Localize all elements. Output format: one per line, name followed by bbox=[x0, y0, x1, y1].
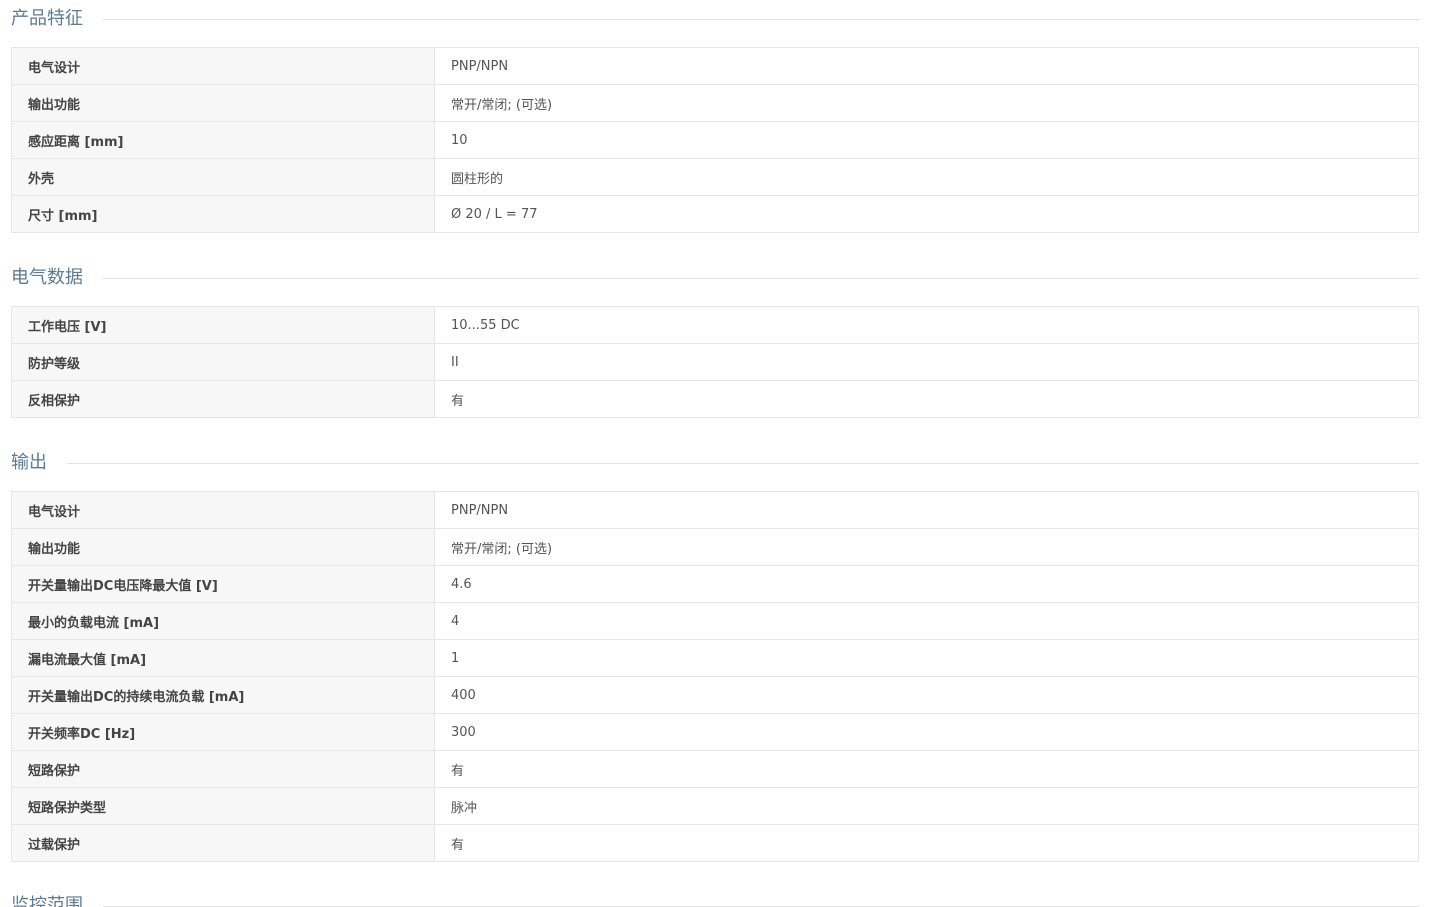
section-header: 输出 bbox=[11, 450, 1419, 476]
row-label: 输出功能 bbox=[11, 84, 435, 122]
table-row: 开关量输出DC的持续电流负载 [mA] 400 bbox=[11, 676, 1419, 714]
row-label: 短路保护类型 bbox=[11, 787, 435, 825]
row-label: 漏电流最大值 [mA] bbox=[11, 639, 435, 677]
row-label: 开关频率DC [Hz] bbox=[11, 713, 435, 751]
row-value: 10...55 DC bbox=[434, 306, 1419, 344]
row-label: 短路保护 bbox=[11, 750, 435, 788]
row-label: 尺寸 [mm] bbox=[11, 195, 435, 233]
row-label: 电气设计 bbox=[11, 47, 435, 85]
row-value: 常开/常闭; (可选) bbox=[434, 528, 1419, 566]
table-row: 反相保护 有 bbox=[11, 380, 1419, 418]
row-label: 工作电压 [V] bbox=[11, 306, 435, 344]
table-row: 工作电压 [V] 10...55 DC bbox=[11, 306, 1419, 344]
table-row: 开关量输出DC电压降最大值 [V] 4.6 bbox=[11, 565, 1419, 603]
row-value: 常开/常闭; (可选) bbox=[434, 84, 1419, 122]
section-header: 电气数据 bbox=[11, 265, 1419, 291]
row-value: 400 bbox=[434, 676, 1419, 714]
row-value: 10 bbox=[434, 121, 1419, 159]
section-electrical-data: 电气数据 工作电压 [V] 10...55 DC 防护等级 II 反相保护 有 bbox=[11, 265, 1419, 418]
row-value: 300 bbox=[434, 713, 1419, 751]
table-row: 输出功能 常开/常闭; (可选) bbox=[11, 84, 1419, 122]
section-divider bbox=[103, 905, 1419, 907]
row-value: 有 bbox=[434, 750, 1419, 788]
table-row: 漏电流最大值 [mA] 1 bbox=[11, 639, 1419, 677]
spec-table: 工作电压 [V] 10...55 DC 防护等级 II 反相保护 有 bbox=[11, 306, 1419, 418]
section-product-features: 产品特征 电气设计 PNP/NPN 输出功能 常开/常闭; (可选) 感应距离 … bbox=[11, 6, 1419, 233]
section-title: 监控范围 bbox=[11, 895, 83, 907]
row-label: 电气设计 bbox=[11, 491, 435, 529]
section-header: 监控范围 bbox=[11, 893, 1419, 907]
row-value: 4.6 bbox=[434, 565, 1419, 603]
spec-table: 电气设计 PNP/NPN 输出功能 常开/常闭; (可选) 感应距离 [mm] … bbox=[11, 47, 1419, 233]
row-label: 开关量输出DC电压降最大值 [V] bbox=[11, 565, 435, 603]
row-label: 外壳 bbox=[11, 158, 435, 196]
row-label: 感应距离 [mm] bbox=[11, 121, 435, 159]
section-title: 产品特征 bbox=[11, 8, 83, 29]
row-value: 脉冲 bbox=[434, 787, 1419, 825]
table-row: 感应距离 [mm] 10 bbox=[11, 121, 1419, 159]
section-header: 产品特征 bbox=[11, 6, 1419, 32]
table-row: 电气设计 PNP/NPN bbox=[11, 47, 1419, 85]
row-value: 1 bbox=[434, 639, 1419, 677]
section-divider bbox=[103, 18, 1419, 20]
table-row: 短路保护 有 bbox=[11, 750, 1419, 788]
row-label: 输出功能 bbox=[11, 528, 435, 566]
row-value: PNP/NPN bbox=[434, 491, 1419, 529]
spec-table: 电气设计 PNP/NPN 输出功能 常开/常闭; (可选) 开关量输出DC电压降… bbox=[11, 491, 1419, 862]
row-value: 4 bbox=[434, 602, 1419, 640]
table-row: 过载保护 有 bbox=[11, 824, 1419, 862]
table-row: 短路保护类型 脉冲 bbox=[11, 787, 1419, 825]
row-value: 有 bbox=[434, 824, 1419, 862]
spec-page: 产品特征 电气设计 PNP/NPN 输出功能 常开/常闭; (可选) 感应距离 … bbox=[0, 0, 1432, 907]
table-row: 输出功能 常开/常闭; (可选) bbox=[11, 528, 1419, 566]
section-monitoring-range: 监控范围 bbox=[11, 893, 1419, 907]
row-value: 圆柱形的 bbox=[434, 158, 1419, 196]
row-value: PNP/NPN bbox=[434, 47, 1419, 85]
section-title: 电气数据 bbox=[11, 267, 83, 288]
row-value: Ø 20 / L = 77 bbox=[434, 195, 1419, 233]
row-label: 过载保护 bbox=[11, 824, 435, 862]
row-label: 反相保护 bbox=[11, 380, 435, 418]
section-output: 输出 电气设计 PNP/NPN 输出功能 常开/常闭; (可选) 开关量输出DC… bbox=[11, 450, 1419, 862]
table-row: 防护等级 II bbox=[11, 343, 1419, 381]
table-row: 最小的负载电流 [mA] 4 bbox=[11, 602, 1419, 640]
table-row: 开关频率DC [Hz] 300 bbox=[11, 713, 1419, 751]
section-divider bbox=[103, 277, 1419, 279]
table-row: 外壳 圆柱形的 bbox=[11, 158, 1419, 196]
section-divider bbox=[67, 462, 1419, 464]
row-label: 最小的负载电流 [mA] bbox=[11, 602, 435, 640]
row-label: 防护等级 bbox=[11, 343, 435, 381]
row-label: 开关量输出DC的持续电流负载 [mA] bbox=[11, 676, 435, 714]
row-value: II bbox=[434, 343, 1419, 381]
row-value: 有 bbox=[434, 380, 1419, 418]
section-title: 输出 bbox=[11, 452, 47, 473]
table-row: 电气设计 PNP/NPN bbox=[11, 491, 1419, 529]
table-row: 尺寸 [mm] Ø 20 / L = 77 bbox=[11, 195, 1419, 233]
